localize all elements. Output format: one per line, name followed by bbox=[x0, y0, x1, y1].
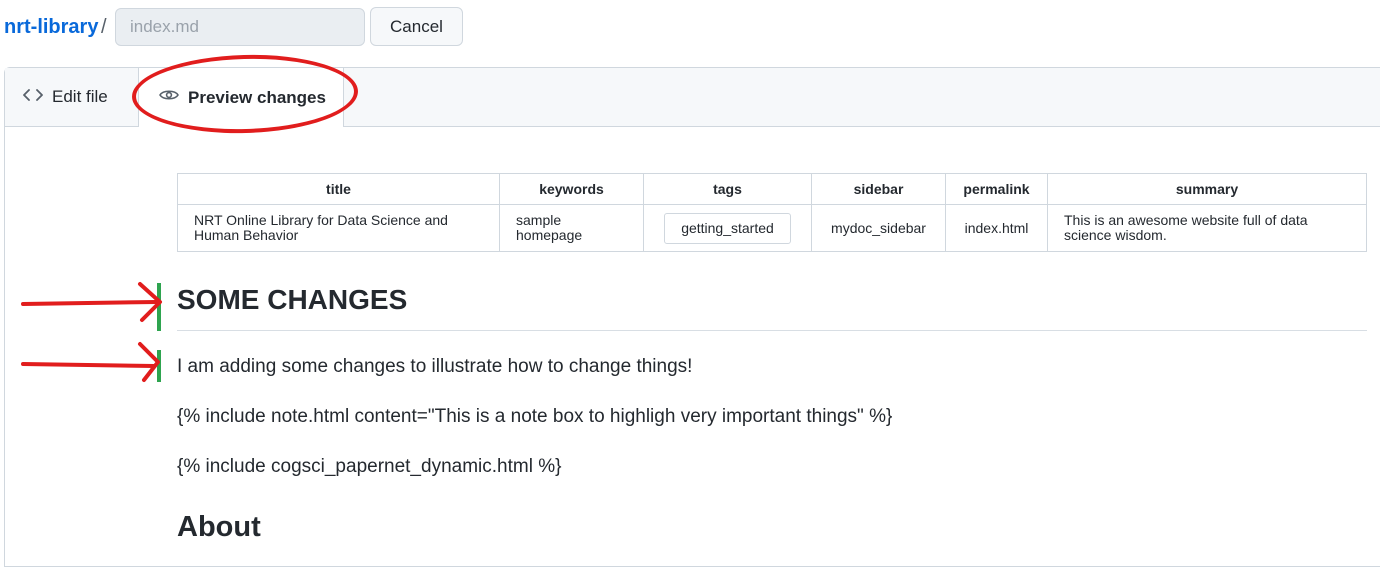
table-header-row: title keywords tags sidebar permalink su… bbox=[177, 173, 1367, 205]
red-arrow-annotation bbox=[21, 342, 160, 382]
include-note-line: {% include note.html content="This is a … bbox=[177, 406, 893, 427]
changes-heading: SOME CHANGES bbox=[177, 284, 408, 315]
column-header: tags bbox=[643, 173, 812, 205]
table-row: NRT Online Library for Data Science and … bbox=[177, 204, 1367, 252]
file-editor: Edit file Preview changes bbox=[4, 67, 1380, 567]
column-header: title bbox=[177, 173, 500, 205]
cell-keywords: sample homepage bbox=[499, 204, 644, 252]
cell-sidebar: mydoc_sidebar bbox=[811, 204, 946, 252]
tab-edit-file[interactable]: Edit file bbox=[23, 68, 108, 126]
path-separator: / bbox=[101, 16, 107, 38]
code-icon bbox=[23, 87, 43, 108]
about-heading: About bbox=[177, 511, 261, 543]
cell-permalink: index.html bbox=[945, 204, 1048, 252]
editor-header: nrt-library / Cancel bbox=[0, 0, 1380, 58]
cell-title: NRT Online Library for Data Science and … bbox=[177, 204, 500, 252]
cell-tags: getting_started bbox=[643, 204, 812, 252]
column-header: summary bbox=[1047, 173, 1367, 205]
changed-paragraph: I am adding some changes to illustrate h… bbox=[177, 356, 693, 377]
include-cogsci-line: {% include cogsci_papernet_dynamic.html … bbox=[177, 456, 562, 477]
column-header: keywords bbox=[499, 173, 644, 205]
column-header: permalink bbox=[945, 173, 1048, 205]
filename-input[interactable] bbox=[115, 8, 365, 46]
cancel-button[interactable]: Cancel bbox=[370, 7, 463, 46]
column-header: sidebar bbox=[811, 173, 946, 205]
red-arrow-annotation bbox=[21, 282, 162, 322]
repo-link[interactable]: nrt-library bbox=[4, 16, 98, 39]
tab-edit-file-label: Edit file bbox=[52, 87, 108, 106]
front-matter-table: title keywords tags sidebar permalink su… bbox=[177, 173, 1367, 252]
tag-chip: getting_started bbox=[664, 212, 791, 244]
heading-divider bbox=[177, 330, 1367, 331]
cell-summary: This is an awesome website full of data … bbox=[1047, 204, 1367, 252]
